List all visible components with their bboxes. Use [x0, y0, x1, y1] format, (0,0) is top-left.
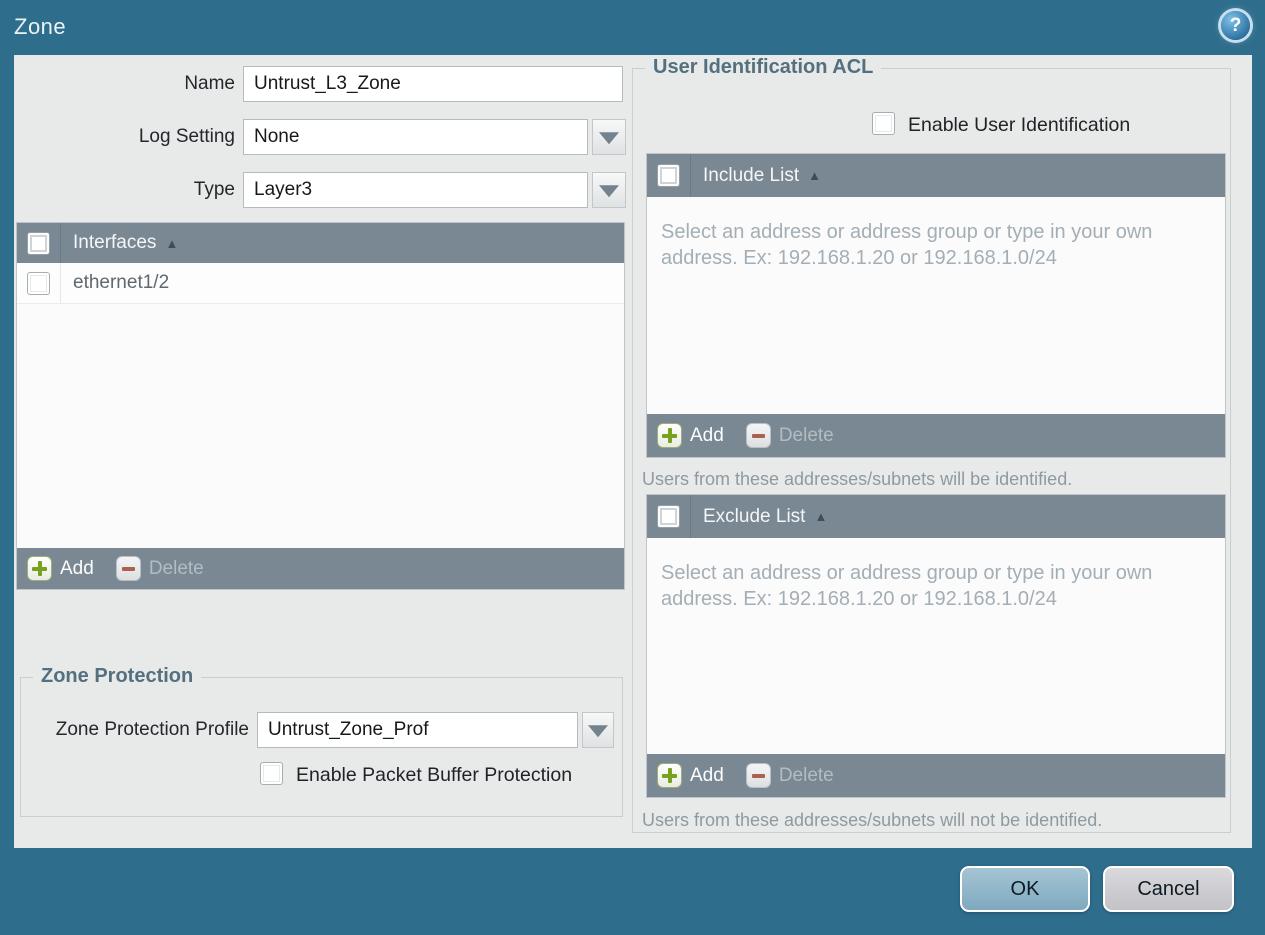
- enable-user-identification-label: Enable User Identification: [908, 114, 1131, 136]
- exclude-list-toolbar: Add Delete: [647, 754, 1225, 797]
- delete-icon: [745, 763, 771, 788]
- include-delete-button[interactable]: Delete: [745, 423, 834, 448]
- exclude-list-header-label: Exclude List: [703, 505, 806, 527]
- delete-icon: [745, 423, 771, 448]
- log-setting-label: Log Setting: [138, 126, 235, 147]
- interfaces-table-body: ethernet1/2: [17, 263, 624, 548]
- user-identification-section: User Identification ACL Enable User Iden…: [632, 56, 1231, 833]
- interfaces-header: Interfaces ▲: [17, 223, 624, 263]
- packet-buffer-protection-label: Enable Packet Buffer Protection: [296, 764, 573, 786]
- zone-protection-dropdown-arrow-icon[interactable]: [582, 712, 614, 748]
- titlebar: Zone ?: [0, 0, 1265, 55]
- exclude-list-header: Exclude List ▲: [647, 495, 1225, 538]
- exclude-delete-button[interactable]: Delete: [745, 763, 834, 788]
- exclude-list-caption: Users from these addresses/subnets will …: [642, 810, 1103, 830]
- add-interface-button[interactable]: Add: [27, 556, 94, 581]
- delete-interface-button[interactable]: Delete: [115, 556, 204, 581]
- include-list-caption: Users from these addresses/subnets will …: [642, 469, 1073, 489]
- sort-asc-icon[interactable]: ▲: [165, 236, 178, 251]
- sort-asc-icon[interactable]: ▲: [808, 168, 821, 183]
- interface-row-checkbox[interactable]: [27, 271, 50, 295]
- type-label: Type: [193, 179, 235, 200]
- interfaces-panel: Interfaces ▲ ethernet1/2 Add Delete: [16, 222, 625, 590]
- include-list-header-label: Include List: [703, 164, 800, 186]
- exclude-list-placeholder: Select an address or address group or ty…: [661, 562, 1153, 610]
- interfaces-toolbar: Add Delete: [17, 548, 624, 589]
- user-identification-legend: User Identification ACL: [645, 56, 882, 79]
- exclude-select-all-checkbox[interactable]: [657, 505, 680, 528]
- add-icon: [657, 423, 682, 448]
- include-list-header: Include List ▲: [647, 154, 1225, 197]
- sort-asc-icon[interactable]: ▲: [814, 509, 827, 524]
- include-add-button[interactable]: Add: [657, 423, 724, 448]
- type-input[interactable]: [243, 172, 588, 208]
- zone-protection-legend: Zone Protection: [33, 665, 202, 688]
- interfaces-header-label: Interfaces: [73, 232, 157, 253]
- dialog-title: Zone: [14, 14, 67, 39]
- delete-icon: [115, 556, 141, 581]
- include-select-all-checkbox[interactable]: [657, 164, 680, 187]
- zone-protection-profile-label: Zone Protection Profile: [55, 719, 249, 740]
- exclude-add-button[interactable]: Add: [657, 763, 724, 788]
- ok-button[interactable]: OK: [960, 866, 1090, 912]
- add-icon: [657, 763, 682, 788]
- name-label: Name: [184, 73, 235, 94]
- table-row[interactable]: ethernet1/2: [17, 263, 624, 304]
- cancel-button[interactable]: Cancel: [1103, 866, 1234, 912]
- exclude-list-panel: Exclude List ▲ Select an address or addr…: [646, 494, 1226, 798]
- help-icon[interactable]: ?: [1221, 11, 1250, 40]
- include-list-placeholder: Select an address or address group or ty…: [661, 221, 1153, 269]
- interfaces-select-all-checkbox[interactable]: [27, 231, 50, 255]
- zone-protection-profile-input[interactable]: [257, 712, 578, 748]
- enable-user-identification-checkbox[interactable]: [872, 112, 895, 135]
- packet-buffer-protection-checkbox[interactable]: [260, 762, 283, 785]
- add-icon: [27, 556, 52, 581]
- zone-protection-section: Zone Protection Zone Protection Profile …: [20, 665, 623, 817]
- interface-name: ethernet1/2: [73, 272, 170, 293]
- log-setting-dropdown-arrow-icon[interactable]: [592, 119, 626, 155]
- dialog-body: Name Log Setting Type Interfaces ▲ ether…: [14, 55, 1252, 848]
- exclude-list-body[interactable]: Select an address or address group or ty…: [647, 538, 1225, 754]
- name-input[interactable]: [243, 66, 623, 102]
- include-list-toolbar: Add Delete: [647, 414, 1225, 457]
- include-list-panel: Include List ▲ Select an address or addr…: [646, 153, 1226, 458]
- zone-dialog: Zone ? Name Log Setting Type Interfaces …: [0, 0, 1265, 935]
- type-dropdown-arrow-icon[interactable]: [592, 172, 626, 208]
- include-list-body[interactable]: Select an address or address group or ty…: [647, 197, 1225, 414]
- log-setting-input[interactable]: [243, 119, 588, 155]
